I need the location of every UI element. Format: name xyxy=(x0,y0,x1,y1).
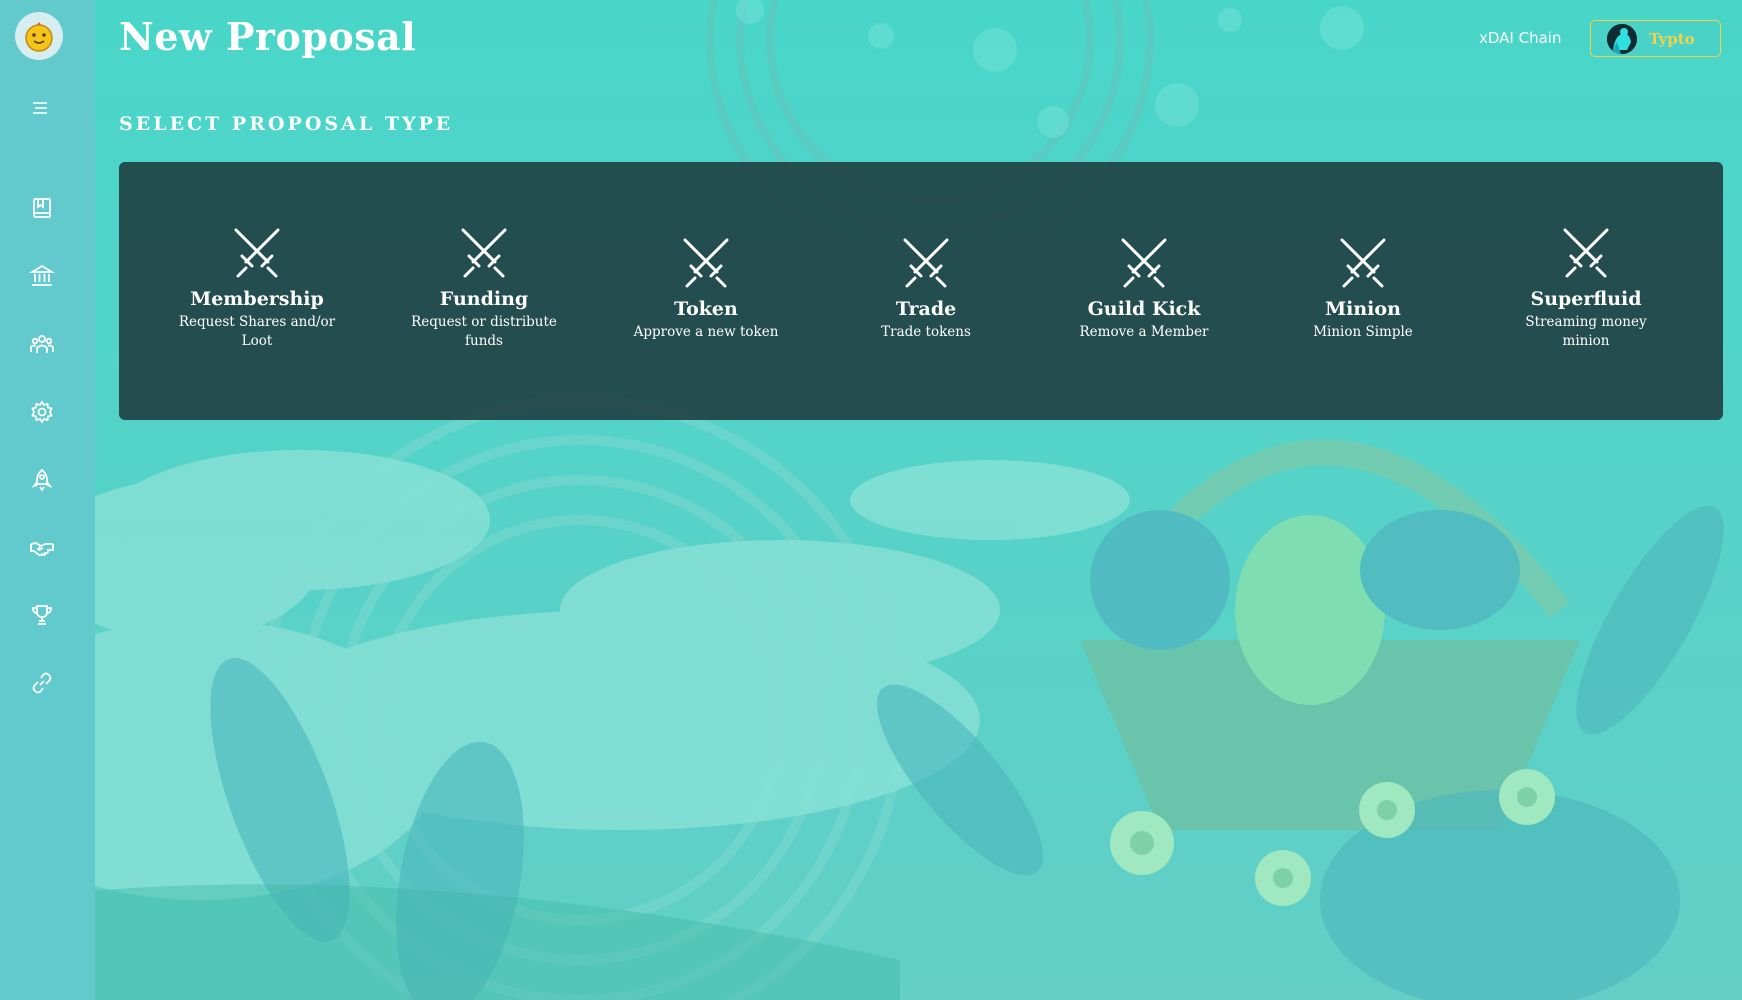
proposal-type-title: Superfluid xyxy=(1530,288,1642,310)
background-illustration xyxy=(0,0,1742,1000)
account-button[interactable]: Typto xyxy=(1590,20,1721,57)
gear-icon[interactable] xyxy=(29,399,55,425)
proposal-type-description: Minion Simple xyxy=(1313,324,1413,340)
avatar xyxy=(1607,23,1637,54)
proposal-type-description: Approve a new token xyxy=(633,324,779,340)
account-name: Typto xyxy=(1649,29,1695,48)
proposal-type-description: Request Shares and/or Loot xyxy=(178,314,336,349)
proposal-type-title: Trade xyxy=(895,298,957,320)
proposal-type-minion[interactable]: Minion Minion Simple xyxy=(1253,162,1473,420)
proposal-type-panel: Membership Request Shares and/or Loot Fu… xyxy=(119,162,1723,420)
trophy-icon[interactable] xyxy=(29,602,55,628)
proposal-type-funding[interactable]: Funding Request or distribute funds xyxy=(374,162,594,420)
sidebar xyxy=(0,0,95,1000)
book-icon[interactable] xyxy=(29,195,55,221)
dao-logo[interactable] xyxy=(15,12,63,60)
crossed-swords-icon xyxy=(234,228,280,278)
proposal-type-description: Streaming money minion xyxy=(1525,314,1647,349)
proposal-type-guild-kick[interactable]: Guild Kick Remove a Member xyxy=(1034,162,1254,420)
handshake-icon[interactable] xyxy=(29,535,55,561)
crossed-swords-icon xyxy=(1563,228,1609,278)
link-icon[interactable] xyxy=(29,670,55,696)
page-title: New Proposal xyxy=(119,14,417,59)
crossed-swords-icon xyxy=(461,228,507,278)
bank-icon[interactable] xyxy=(28,263,56,289)
crossed-swords-icon xyxy=(1121,238,1167,288)
rocket-icon[interactable] xyxy=(29,467,55,493)
chick-icon xyxy=(25,22,53,52)
menu-icon[interactable] xyxy=(30,98,50,118)
proposal-type-trade[interactable]: Trade Trade tokens xyxy=(816,162,1036,420)
section-heading: SELECT PROPOSAL TYPE xyxy=(119,113,454,135)
proposal-type-title: Membership xyxy=(190,288,324,310)
proposal-type-superfluid[interactable]: Superfluid Streaming money minion xyxy=(1476,162,1696,420)
proposal-type-title: Guild Kick xyxy=(1087,298,1201,320)
proposal-type-title: Token xyxy=(674,298,738,320)
network-label[interactable]: xDAI Chain xyxy=(1479,29,1561,47)
proposal-type-description: Remove a Member xyxy=(1079,324,1209,340)
proposal-type-description: Request or distribute funds xyxy=(411,314,557,349)
crossed-swords-icon xyxy=(1340,238,1386,288)
proposal-type-token[interactable]: Token Approve a new token xyxy=(596,162,816,420)
proposal-type-description: Trade tokens xyxy=(881,324,971,340)
crossed-swords-icon xyxy=(683,238,729,288)
members-icon[interactable] xyxy=(29,331,55,357)
crossed-swords-icon xyxy=(903,238,949,288)
proposal-type-membership[interactable]: Membership Request Shares and/or Loot xyxy=(147,162,367,420)
proposal-type-title: Funding xyxy=(439,288,529,310)
proposal-type-title: Minion xyxy=(1325,298,1401,320)
